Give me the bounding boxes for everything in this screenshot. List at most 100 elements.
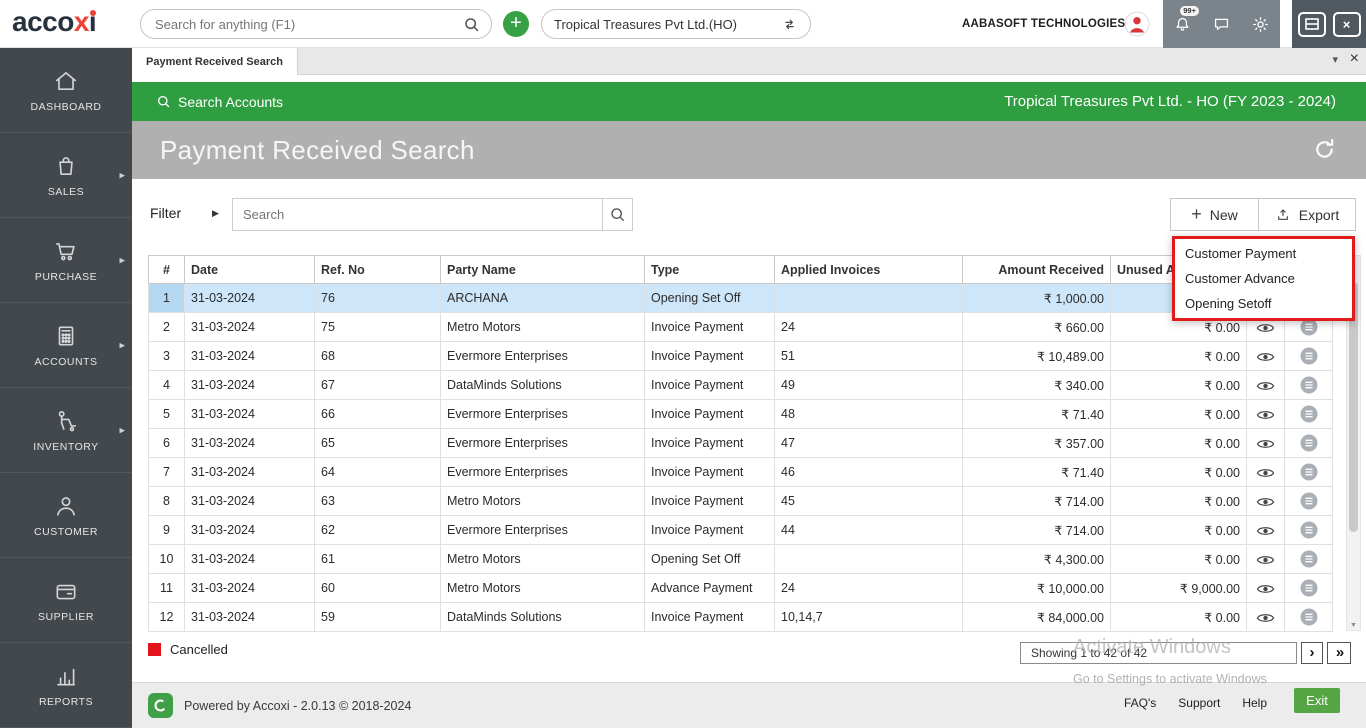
row-menu-icon[interactable] <box>1300 463 1318 481</box>
row-menu-cell[interactable] <box>1285 574 1333 603</box>
sidebar-item-accounts[interactable]: ACCOUNTS ▸ <box>0 303 132 388</box>
row-menu-icon[interactable] <box>1300 550 1318 568</box>
table-row[interactable]: 9 31-03-2024 62 Evermore Enterprises Inv… <box>149 516 1333 545</box>
row-menu-icon[interactable] <box>1300 521 1318 539</box>
row-menu-icon[interactable] <box>1300 434 1318 452</box>
exit-button[interactable]: Exit <box>1294 688 1340 713</box>
help-link[interactable]: Help <box>1242 696 1267 710</box>
organization-menu[interactable]: AABASOFT TECHNOLOGIES▸ <box>962 18 1135 30</box>
notifications-button[interactable]: 99+ <box>1163 0 1202 48</box>
pagination-last-button[interactable]: » <box>1327 642 1351 664</box>
export-button[interactable]: Export <box>1259 199 1355 230</box>
row-menu-cell[interactable] <box>1285 545 1333 574</box>
eye-icon[interactable] <box>1256 467 1275 479</box>
table-row[interactable]: 5 31-03-2024 66 Evermore Enterprises Inv… <box>149 400 1333 429</box>
refresh-icon[interactable] <box>1311 136 1338 163</box>
quick-add-button[interactable]: + <box>503 11 529 37</box>
eye-icon[interactable] <box>1256 525 1275 537</box>
tab-payment-received-search[interactable]: Payment Received Search <box>132 48 298 75</box>
messages-button[interactable] <box>1202 0 1241 48</box>
row-menu-cell[interactable] <box>1285 603 1333 632</box>
sidebar-item-supplier[interactable]: SUPPLIER <box>0 558 132 643</box>
scroll-down-icon[interactable]: ▼ <box>1347 622 1360 629</box>
minimize-button[interactable] <box>1298 12 1326 37</box>
close-button[interactable]: × <box>1333 12 1361 37</box>
row-menu-cell[interactable] <box>1285 458 1333 487</box>
table-row[interactable]: 1 31-03-2024 76 ARCHANA Opening Set Off … <box>149 284 1333 313</box>
filter-expand-icon[interactable]: ▶ <box>212 208 219 219</box>
view-cell[interactable] <box>1247 429 1285 458</box>
view-cell[interactable] <box>1247 487 1285 516</box>
table-row[interactable]: 3 31-03-2024 68 Evermore Enterprises Inv… <box>149 342 1333 371</box>
menu-item-customer-advance[interactable]: Customer Advance <box>1175 266 1352 291</box>
search-accounts[interactable]: Search Accounts <box>132 94 283 110</box>
pagination-status: Showing 1 to 42 of 42 <box>1020 642 1297 664</box>
table-row[interactable]: 10 31-03-2024 61 Metro Motors Opening Se… <box>149 545 1333 574</box>
table-row[interactable]: 11 31-03-2024 60 Metro Motors Advance Pa… <box>149 574 1333 603</box>
column-header-amount: Amount Received <box>963 256 1111 284</box>
eye-icon[interactable] <box>1256 612 1275 624</box>
row-menu-icon[interactable] <box>1300 579 1318 597</box>
sidebar-item-purchase[interactable]: PURCHASE ▸ <box>0 218 132 303</box>
menu-item-customer-payment[interactable]: Customer Payment <box>1175 241 1352 266</box>
company-selector[interactable]: Tropical Treasures Pvt Ltd.(HO) <box>541 9 811 39</box>
sidebar-item-sales[interactable]: SALES ▸ <box>0 133 132 218</box>
row-menu-cell[interactable] <box>1285 400 1333 429</box>
row-menu-cell[interactable] <box>1285 516 1333 545</box>
row-menu-cell[interactable] <box>1285 429 1333 458</box>
row-menu-icon[interactable] <box>1300 405 1318 423</box>
row-menu-cell[interactable] <box>1285 487 1333 516</box>
eye-icon[interactable] <box>1256 496 1275 508</box>
menu-item-opening-setoff[interactable]: Opening Setoff <box>1175 291 1352 316</box>
tab-list-dropdown-icon[interactable]: ▾ <box>1332 53 1338 66</box>
eye-icon[interactable] <box>1256 554 1275 566</box>
eye-icon[interactable] <box>1256 583 1275 595</box>
sidebar-item-inventory[interactable]: INVENTORY ▸ <box>0 388 132 473</box>
view-cell[interactable] <box>1247 516 1285 545</box>
search-icon[interactable] <box>463 16 480 33</box>
avatar[interactable] <box>1124 11 1150 37</box>
accounts-banner: Search Accounts Tropical Treasures Pvt L… <box>132 82 1366 121</box>
eye-icon[interactable] <box>1256 351 1275 363</box>
cell-party: DataMinds Solutions <box>441 371 645 400</box>
table-search-button[interactable] <box>602 199 632 230</box>
view-cell[interactable] <box>1247 545 1285 574</box>
table-row[interactable]: 12 31-03-2024 59 DataMinds Solutions Inv… <box>149 603 1333 632</box>
row-menu-cell[interactable] <box>1285 342 1333 371</box>
view-cell[interactable] <box>1247 400 1285 429</box>
table-search-input[interactable] <box>243 201 593 228</box>
settings-button[interactable] <box>1241 0 1280 48</box>
table-row[interactable]: 8 31-03-2024 63 Metro Motors Invoice Pay… <box>149 487 1333 516</box>
eye-icon[interactable] <box>1256 409 1275 421</box>
sidebar-item-dashboard[interactable]: DASHBOARD <box>0 48 132 133</box>
table-row[interactable]: 2 31-03-2024 75 Metro Motors Invoice Pay… <box>149 313 1333 342</box>
table-row[interactable]: 6 31-03-2024 65 Evermore Enterprises Inv… <box>149 429 1333 458</box>
eye-icon[interactable] <box>1256 380 1275 392</box>
view-cell[interactable] <box>1247 342 1285 371</box>
row-menu-icon[interactable] <box>1300 347 1318 365</box>
table-row[interactable]: 7 31-03-2024 64 Evermore Enterprises Inv… <box>149 458 1333 487</box>
eye-icon[interactable] <box>1256 322 1275 334</box>
row-menu-cell[interactable] <box>1285 371 1333 400</box>
view-cell[interactable] <box>1247 458 1285 487</box>
company-selector-label: Tropical Treasures Pvt Ltd.(HO) <box>554 17 737 32</box>
sidebar-item-customer[interactable]: CUSTOMER <box>0 473 132 558</box>
pagination-next-button[interactable]: › <box>1301 642 1323 664</box>
faq-link[interactable]: FAQ's <box>1124 696 1156 710</box>
support-link[interactable]: Support <box>1178 696 1220 710</box>
global-search-input[interactable] <box>155 11 455 37</box>
eye-icon[interactable] <box>1256 438 1275 450</box>
switch-company-icon[interactable] <box>781 16 798 33</box>
sidebar-item-reports[interactable]: REPORTS <box>0 643 132 728</box>
view-cell[interactable] <box>1247 371 1285 400</box>
view-cell[interactable] <box>1247 603 1285 632</box>
new-button[interactable]: +New <box>1171 199 1259 230</box>
row-menu-icon[interactable] <box>1300 492 1318 510</box>
page-header: Payment Received Search <box>132 121 1366 179</box>
tab-close-icon[interactable]: × <box>1350 50 1359 68</box>
row-menu-icon[interactable] <box>1300 376 1318 394</box>
view-cell[interactable] <box>1247 574 1285 603</box>
row-menu-icon[interactable] <box>1300 608 1318 626</box>
table-row[interactable]: 4 31-03-2024 67 DataMinds Solutions Invo… <box>149 371 1333 400</box>
filter-button[interactable]: Filter <box>150 205 181 221</box>
